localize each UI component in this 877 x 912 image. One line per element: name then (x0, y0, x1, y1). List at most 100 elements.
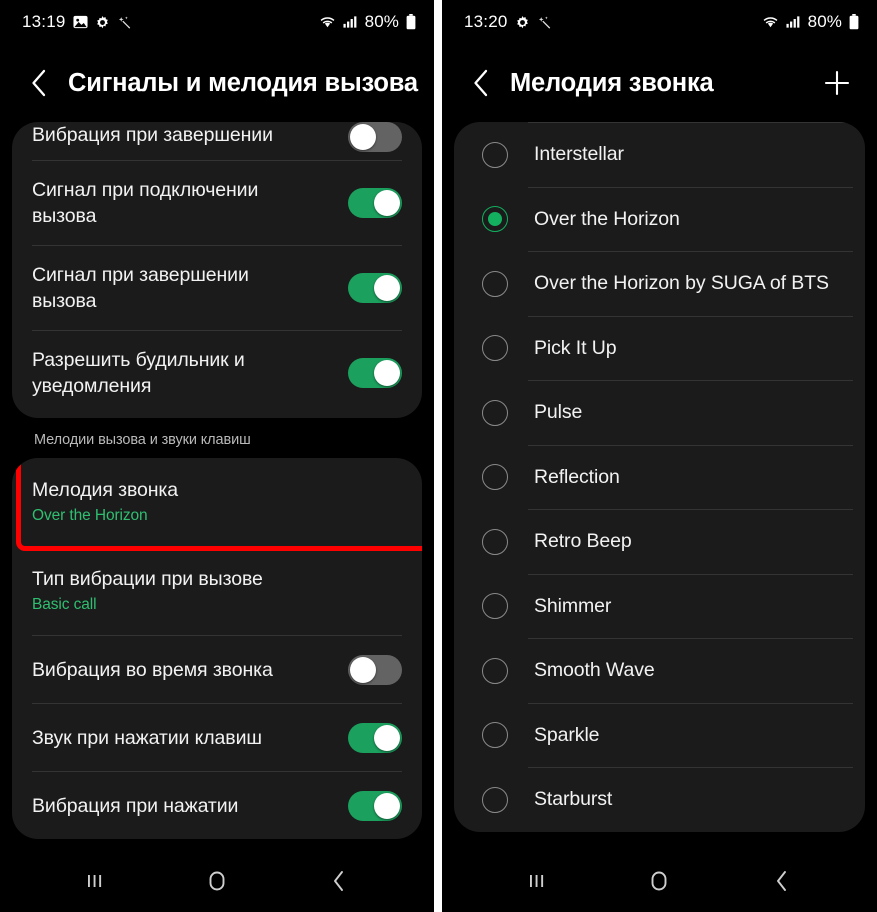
right-status-bar: 13:20 80% (442, 0, 877, 44)
setting-row-keypad-sound[interactable]: Звук при нажатии клавиш (12, 704, 422, 771)
right-app-bar: Мелодия звонка (442, 44, 877, 122)
signal-icon (343, 16, 357, 28)
radio-button[interactable] (482, 786, 508, 813)
magic-wand-icon (118, 16, 130, 29)
ringtone-item-interstellar[interactable]: Interstellar (454, 123, 865, 187)
setting-title: Вибрация при завершении (32, 124, 273, 146)
setting-title: Вибрация при нажатии (32, 794, 239, 817)
home-icon (209, 871, 225, 891)
status-clock: 13:19 (22, 12, 66, 31)
setting-row-keypad-vibration[interactable]: Вибрация при нажатии (12, 772, 422, 839)
home-button[interactable] (189, 859, 245, 903)
recents-button[interactable] (509, 859, 565, 903)
home-button[interactable] (631, 859, 687, 903)
ringtone-label: Pulse (534, 401, 583, 424)
ringtone-label: Reflection (534, 465, 620, 488)
ringtone-item-starburst[interactable]: Starburst (454, 768, 865, 832)
toggle-vibrate-while-ringing[interactable] (348, 654, 402, 685)
left-app-bar: Сигналы и мелодия вызова (0, 44, 434, 122)
toggle-knob (350, 124, 376, 150)
setting-row-alert-on-end[interactable]: Сигнал при завершении вызова (12, 246, 422, 330)
toggle-vibrate-on-end[interactable] (348, 122, 402, 152)
page-title: Сигналы и мелодия вызова (68, 68, 418, 97)
ringtone-label: Smooth Wave (534, 659, 655, 682)
ringtone-item-pulse[interactable]: Pulse (454, 381, 865, 445)
battery-icon (406, 14, 416, 30)
setting-title: Вибрация во время звонка (32, 658, 273, 681)
ringtone-item-shimmer[interactable]: Shimmer (454, 575, 865, 639)
ringtone-item-retro-beep[interactable]: Retro Beep (454, 510, 865, 574)
ringtone-label: Sparkle (534, 723, 600, 746)
ringtone-item-reflection[interactable]: Reflection (454, 446, 865, 510)
ringtone-label: Interstellar (534, 143, 624, 166)
setting-title: Сигнал при завершении вызова (32, 264, 249, 312)
setting-row-alert-on-connect[interactable]: Сигнал при подключении вызова (12, 161, 422, 245)
left-settings-scroll-area[interactable]: Вибрация при завершении Сигнал при подкл… (0, 122, 434, 850)
signal-icon (786, 16, 800, 28)
setting-row-vibrate-while-ringing[interactable]: Вибрация во время звонка (12, 636, 422, 703)
toggle-knob (374, 275, 400, 301)
radio-button[interactable] (482, 722, 508, 749)
toggle-alert-on-end[interactable] (348, 273, 402, 303)
radio-button[interactable] (482, 657, 508, 684)
radio-button[interactable] (482, 399, 508, 426)
right-navigation-bar (442, 850, 877, 912)
toggle-keypad-vibration[interactable] (348, 790, 402, 821)
left-status-bar: 13:19 80% (0, 0, 434, 44)
radio-button[interactable] (482, 141, 508, 168)
back-button[interactable] (20, 64, 58, 102)
ringtone-item-over-the-horizon-suga[interactable]: Over the Horizon by SUGA of BTS (454, 252, 865, 316)
ringtone-item-pick-it-up[interactable]: Pick It Up (454, 317, 865, 381)
ringtone-label: Over the Horizon by SUGA of BTS (534, 272, 829, 295)
plus-icon (824, 70, 850, 96)
ringtone-item-sparkle[interactable]: Sparkle (454, 704, 865, 768)
toggle-knob (374, 190, 400, 216)
radio-button[interactable] (482, 335, 508, 362)
toggle-knob (374, 792, 400, 819)
setting-title: Тип вибрации при вызове (32, 568, 263, 590)
setting-title: Сигнал при подключении вызова (32, 179, 259, 227)
status-bar-left-group: 13:20 (464, 12, 552, 32)
status-bar-left-group: 13:19 (22, 12, 132, 32)
ringtone-item-over-the-horizon[interactable]: Over the Horizon (454, 188, 865, 252)
radio-button[interactable] (482, 593, 508, 620)
right-phone-screen: 13:20 80% Мелодия звонка Interstellar Ov… (442, 0, 877, 912)
recents-button[interactable] (67, 859, 123, 903)
back-nav-button[interactable] (311, 859, 367, 903)
chevron-left-icon (32, 69, 46, 97)
setting-row-ringtone[interactable]: Мелодия звонка Over the Horizon (12, 458, 422, 546)
setting-title: Звук при нажатии клавиш (32, 726, 262, 749)
setting-row-vibrate-on-end[interactable]: Вибрация при завершении (12, 122, 422, 152)
back-button[interactable] (462, 64, 500, 102)
wifi-icon (320, 17, 335, 28)
ringtone-scroll-area[interactable]: Interstellar Over the Horizon Over the H… (442, 122, 877, 850)
ringtone-item-smooth-wave[interactable]: Smooth Wave (454, 639, 865, 703)
radio-button[interactable] (482, 528, 508, 555)
ringtone-label: Starburst (534, 788, 613, 811)
radio-button[interactable] (482, 270, 508, 297)
call-alerts-card: Вибрация при завершении Сигнал при подкл… (12, 122, 422, 418)
gear-icon (516, 15, 528, 28)
toggle-alert-on-connect[interactable] (348, 188, 402, 218)
gear-icon (96, 15, 108, 28)
battery-percent-label: 80% (807, 12, 842, 31)
left-phone-screen: 13:19 80% Сигналы и мелодия вызова Вибра… (0, 0, 434, 912)
recents-icon (530, 875, 544, 887)
battery-percent-label: 80% (364, 12, 399, 31)
toggle-allow-alarms[interactable] (348, 358, 402, 388)
radio-button-selected[interactable] (482, 206, 508, 233)
setting-subtitle: Basic call (32, 596, 97, 613)
setting-row-allow-alarms[interactable]: Разрешить будильник и уведомления (12, 331, 422, 415)
back-icon (334, 871, 343, 891)
panel-divider (434, 0, 442, 912)
ringtone-label: Over the Horizon (534, 207, 680, 230)
setting-row-vibration-pattern[interactable]: Тип вибрации при вызове Basic call (12, 547, 422, 635)
ringtone-label: Retro Beep (534, 530, 632, 553)
add-ringtone-button[interactable] (817, 63, 857, 103)
back-nav-button[interactable] (754, 859, 810, 903)
section-header-ringtones: Мелодии вызова и звуки клавиш (34, 432, 251, 448)
toggle-knob (350, 656, 376, 683)
radio-button[interactable] (482, 464, 508, 491)
page-title: Мелодия звонка (510, 68, 714, 97)
toggle-keypad-sound[interactable] (348, 722, 402, 753)
